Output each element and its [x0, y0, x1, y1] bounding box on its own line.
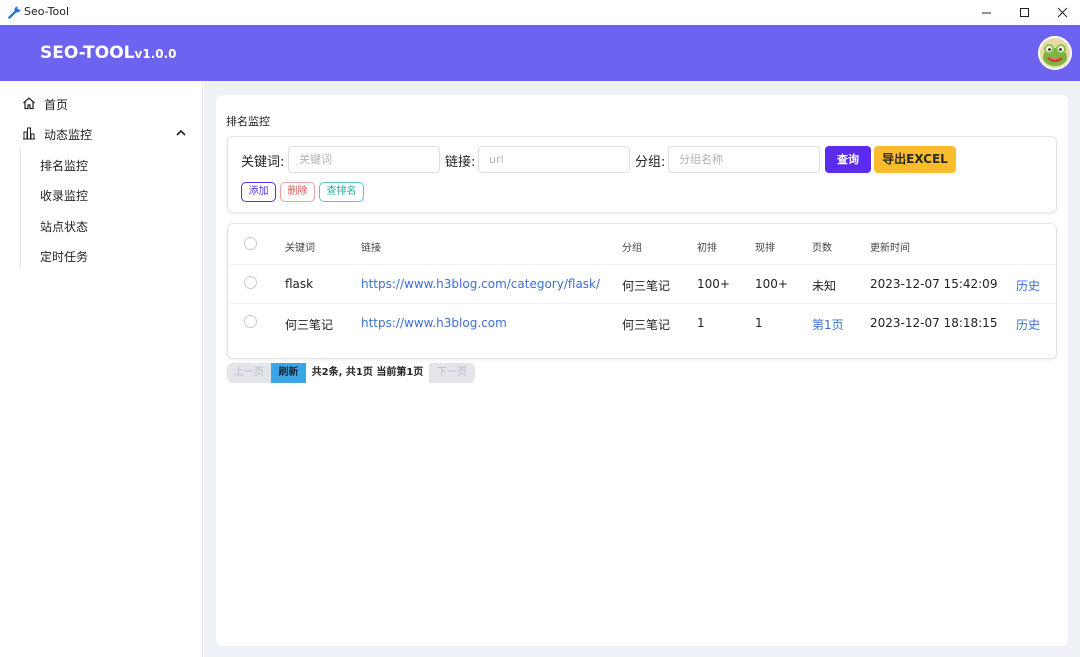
minimize-icon — [981, 12, 991, 14]
cell-initial-rank: 1 — [697, 316, 705, 330]
page-summary: 共2条, 共1页 当前第1页 — [306, 363, 429, 383]
export-excel-button[interactable]: 导出EXCEL — [874, 146, 956, 173]
cell-updated: 2023-12-07 18:18:15 — [870, 316, 998, 330]
cell-group: 何三笔记 — [622, 279, 671, 293]
column-header-keyword: 关键词 — [285, 243, 315, 254]
avatar[interactable] — [1038, 36, 1072, 70]
history-link[interactable]: 历史 — [1016, 316, 1040, 333]
minimize-button[interactable] — [967, 0, 1005, 25]
link-input[interactable]: url — [478, 146, 630, 173]
keyword-input[interactable]: 关键词 — [288, 146, 440, 173]
brand-version: v1.0.0 — [134, 47, 177, 61]
delete-button[interactable]: 删除 — [280, 182, 315, 202]
group-input[interactable]: 分组名称 — [668, 146, 820, 173]
window-titlebar: Seo-Tool — [0, 0, 1080, 25]
cell-keyword: flask — [285, 277, 314, 291]
column-header-group: 分组 — [622, 243, 642, 254]
sidebar-item-home[interactable]: 首页 — [0, 88, 203, 118]
query-button[interactable]: 查询 — [825, 146, 871, 173]
maximize-icon — [1019, 8, 1029, 17]
cell-link[interactable]: https://www.h3blog.com/category/flask/ — [361, 277, 600, 291]
sidebar-item-dynamic-monitor[interactable]: 动态监控 — [0, 118, 203, 148]
cell-pages[interactable]: 第1页 — [812, 316, 844, 333]
column-header-current-rank: 现排 — [755, 243, 775, 254]
refresh-button[interactable]: 刷新 — [271, 363, 306, 383]
sidebar-item-label: 动态监控 — [44, 128, 93, 142]
chevron-up-icon — [176, 129, 186, 136]
link-label: 链接: — [445, 155, 476, 170]
wrench-icon — [7, 6, 21, 20]
cell-initial-rank: 100+ — [697, 277, 730, 291]
maximize-button[interactable] — [1005, 0, 1043, 25]
row-divider — [228, 303, 1056, 304]
cell-keyword: 何三笔记 — [285, 318, 334, 332]
sidebar-subitem-rank-monitor[interactable]: 排名监控 — [40, 157, 88, 174]
sidebar — [0, 81, 203, 657]
brand-name: SEO-TOOL — [40, 43, 135, 63]
brand-logo[interactable]: SEO-TOOLv1.0.0 — [40, 43, 177, 63]
row-divider — [228, 264, 1056, 265]
cell-current-rank: 1 — [755, 316, 763, 330]
next-page-button[interactable]: 下一页 — [429, 363, 475, 383]
close-button[interactable] — [1043, 0, 1080, 25]
select-all-radio[interactable] — [244, 237, 257, 250]
column-header-pages: 页数 — [812, 243, 832, 254]
column-header-updated: 更新时间 — [870, 243, 910, 254]
window-title: Seo-Tool — [24, 5, 70, 18]
row-select-radio[interactable] — [244, 276, 257, 289]
column-header-initial-rank: 初排 — [697, 243, 717, 254]
frog-avatar-icon — [1040, 38, 1070, 68]
column-header-link: 链接 — [361, 243, 381, 254]
cell-link[interactable]: https://www.h3blog.com — [361, 316, 507, 330]
cell-pages: 未知 — [812, 279, 837, 293]
prev-page-button[interactable]: 上一页 — [227, 363, 271, 383]
close-icon — [1057, 7, 1067, 18]
home-icon — [23, 97, 35, 110]
row-select-radio[interactable] — [244, 315, 257, 328]
check-rank-button[interactable]: 查排名 — [319, 182, 364, 202]
submenu-divider — [20, 148, 21, 268]
cell-updated: 2023-12-07 15:42:09 — [870, 277, 998, 291]
app-header: SEO-TOOLv1.0.0 — [0, 25, 1080, 81]
sidebar-subitem-scheduled-tasks[interactable]: 定时任务 — [40, 248, 88, 265]
add-button[interactable]: 添加 — [241, 182, 276, 202]
cell-current-rank: 100+ — [755, 277, 788, 291]
cell-group: 何三笔记 — [622, 318, 671, 332]
page-title: 排名监控 — [226, 115, 270, 128]
sidebar-subitem-site-status[interactable]: 站点状态 — [40, 218, 88, 235]
keyword-label: 关键词: — [241, 155, 285, 170]
sidebar-subitem-index-monitor[interactable]: 收录监控 — [40, 187, 88, 204]
history-link[interactable]: 历史 — [1016, 277, 1040, 294]
group-label: 分组: — [635, 155, 666, 170]
sidebar-item-label: 首页 — [44, 98, 69, 112]
bar-chart-icon — [23, 127, 35, 140]
